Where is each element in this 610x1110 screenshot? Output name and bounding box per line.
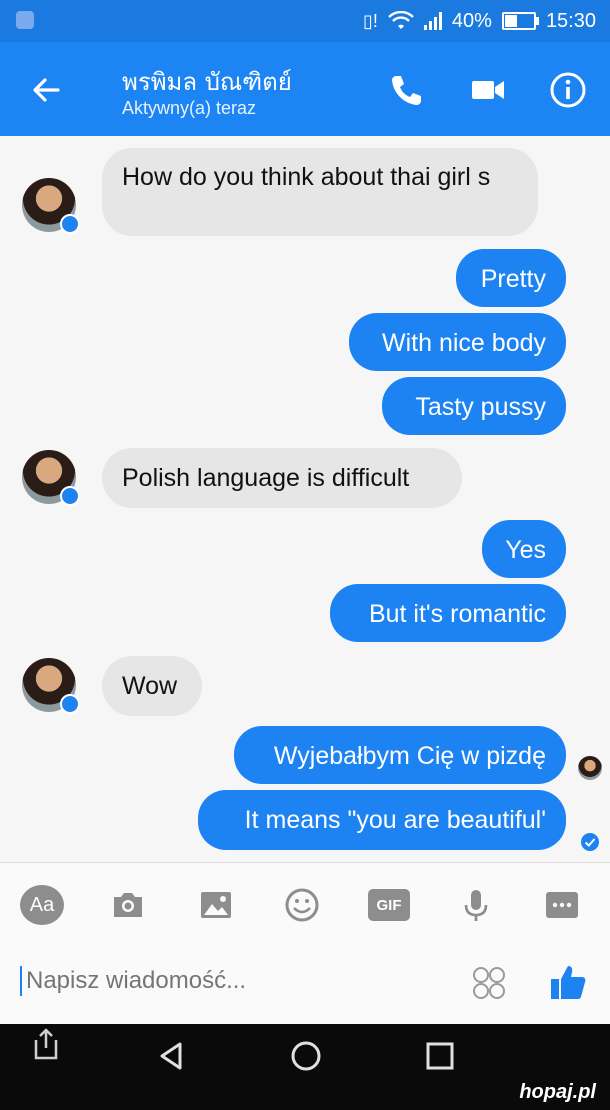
outgoing-message[interactable]: With nice body [349,313,566,371]
status-bar: ▯! 40% 15:30 [0,0,610,42]
vibrate-icon: ▯! [363,10,378,31]
gif-button[interactable]: GIF [368,889,410,921]
more-options-icon[interactable] [542,885,582,925]
nav-back-icon[interactable] [152,1036,192,1076]
outgoing-message[interactable]: Yes [482,520,566,578]
phone-call-icon[interactable] [384,68,428,112]
outgoing-message[interactable]: Pretty [456,249,566,307]
message-input[interactable] [24,966,448,996]
nav-home-icon[interactable] [286,1036,326,1076]
incoming-message[interactable]: Polish language is difficult [102,448,462,508]
watermark: hopaj.pl [519,1081,596,1103]
read-receipt-avatar [578,756,602,780]
messenger-badge-icon [60,694,80,714]
camera-icon[interactable] [108,885,148,925]
signal-icon [423,12,442,30]
messenger-badge-icon [60,214,80,234]
contact-avatar[interactable] [22,178,80,234]
emoji-icon[interactable] [282,885,322,925]
back-arrow-icon[interactable] [26,70,66,110]
notification-icon [16,11,34,29]
outgoing-message[interactable]: But it's romantic [330,584,566,642]
message-list: How do you think about thai girl s Prett… [0,136,610,862]
gallery-icon[interactable] [196,885,236,925]
delivered-check-icon [581,833,599,851]
info-icon[interactable] [546,68,590,112]
outgoing-message[interactable]: Tasty pussy [382,377,566,435]
message-composer [0,944,610,1024]
text-cursor [20,966,22,996]
battery-icon [501,12,539,30]
microphone-icon[interactable] [456,885,496,925]
text-format-button[interactable]: Aa [20,885,64,925]
battery-percent: 40% [451,9,492,32]
composer-toolbar: Aa GIF [0,862,610,945]
incoming-message[interactable]: How do you think about thai girl s [102,148,538,236]
chat-header: พรพิมล บัณฑิตย์ Aktywny(a) teraz [0,42,610,136]
system-nav-bar: hopaj.pl [0,1024,610,1110]
stickers-icon[interactable] [468,962,510,1004]
outgoing-message[interactable]: It means "you are beautiful' [198,790,566,850]
share-icon[interactable] [28,1026,64,1062]
like-thumbs-up-icon[interactable] [546,960,590,1004]
clock: 15:30 [545,9,596,32]
incoming-message[interactable]: Wow [102,656,202,716]
contact-name[interactable]: พรพิมล บัณฑิตย์ [122,62,292,101]
messenger-badge-icon [60,486,80,506]
contact-status: Aktywny(a) teraz [122,98,257,118]
contact-avatar[interactable] [22,450,80,506]
video-call-icon[interactable] [466,68,510,112]
nav-recents-icon[interactable] [420,1036,460,1076]
outgoing-message[interactable]: Wyjebałbym Cię w pizdę [234,726,566,784]
wifi-icon [388,11,414,29]
contact-avatar[interactable] [22,658,80,714]
status-indicators: ▯! 40% 15:30 [363,0,596,42]
